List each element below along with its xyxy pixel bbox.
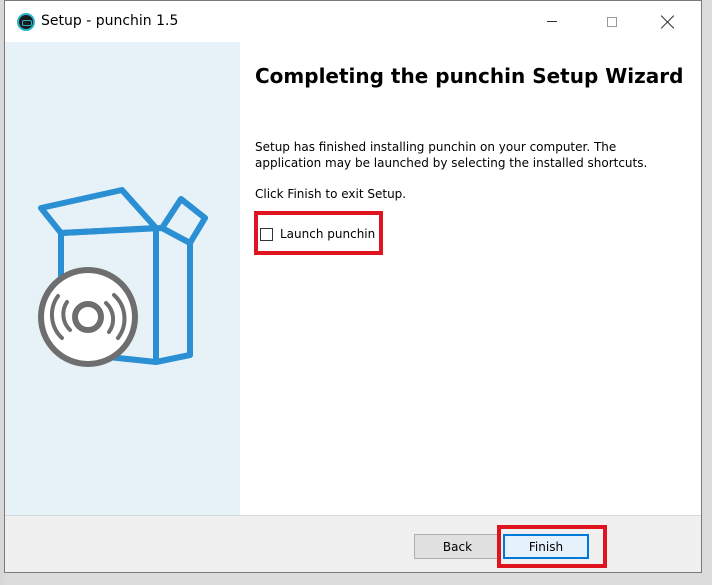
maximize-button [589,1,635,42]
finish-hint: Click Finish to exit Setup. [255,187,407,201]
close-button[interactable] [645,1,691,42]
wizard-side-panel [6,42,240,515]
punchin-app-icon [17,13,35,31]
footer-divider [5,515,701,516]
software-box-cd-illustration [38,187,208,367]
maximize-icon [607,16,617,27]
title-bar[interactable]: Setup - punchin 1.5 [5,1,701,42]
launch-punchin-label[interactable]: Launch punchin [280,227,375,241]
setup-wizard-window: Setup - punchin 1.5 Completing the punch… [4,0,702,573]
close-icon [661,15,675,29]
window-title: Setup - punchin 1.5 [41,13,179,29]
launch-punchin-checkbox[interactable]: Launch punchin [260,224,375,244]
minimize-icon [547,21,557,22]
page-title: Completing the punchin Setup Wizard [255,64,684,88]
minimize-button[interactable] [529,1,575,42]
checkbox-box[interactable] [260,227,273,241]
wizard-content: Completing the punchin Setup Wizard Setu… [240,42,701,515]
back-button[interactable]: Back [414,534,501,559]
finish-button[interactable]: Finish [503,534,589,559]
finish-description: Setup has finished installing punchin on… [255,140,648,170]
